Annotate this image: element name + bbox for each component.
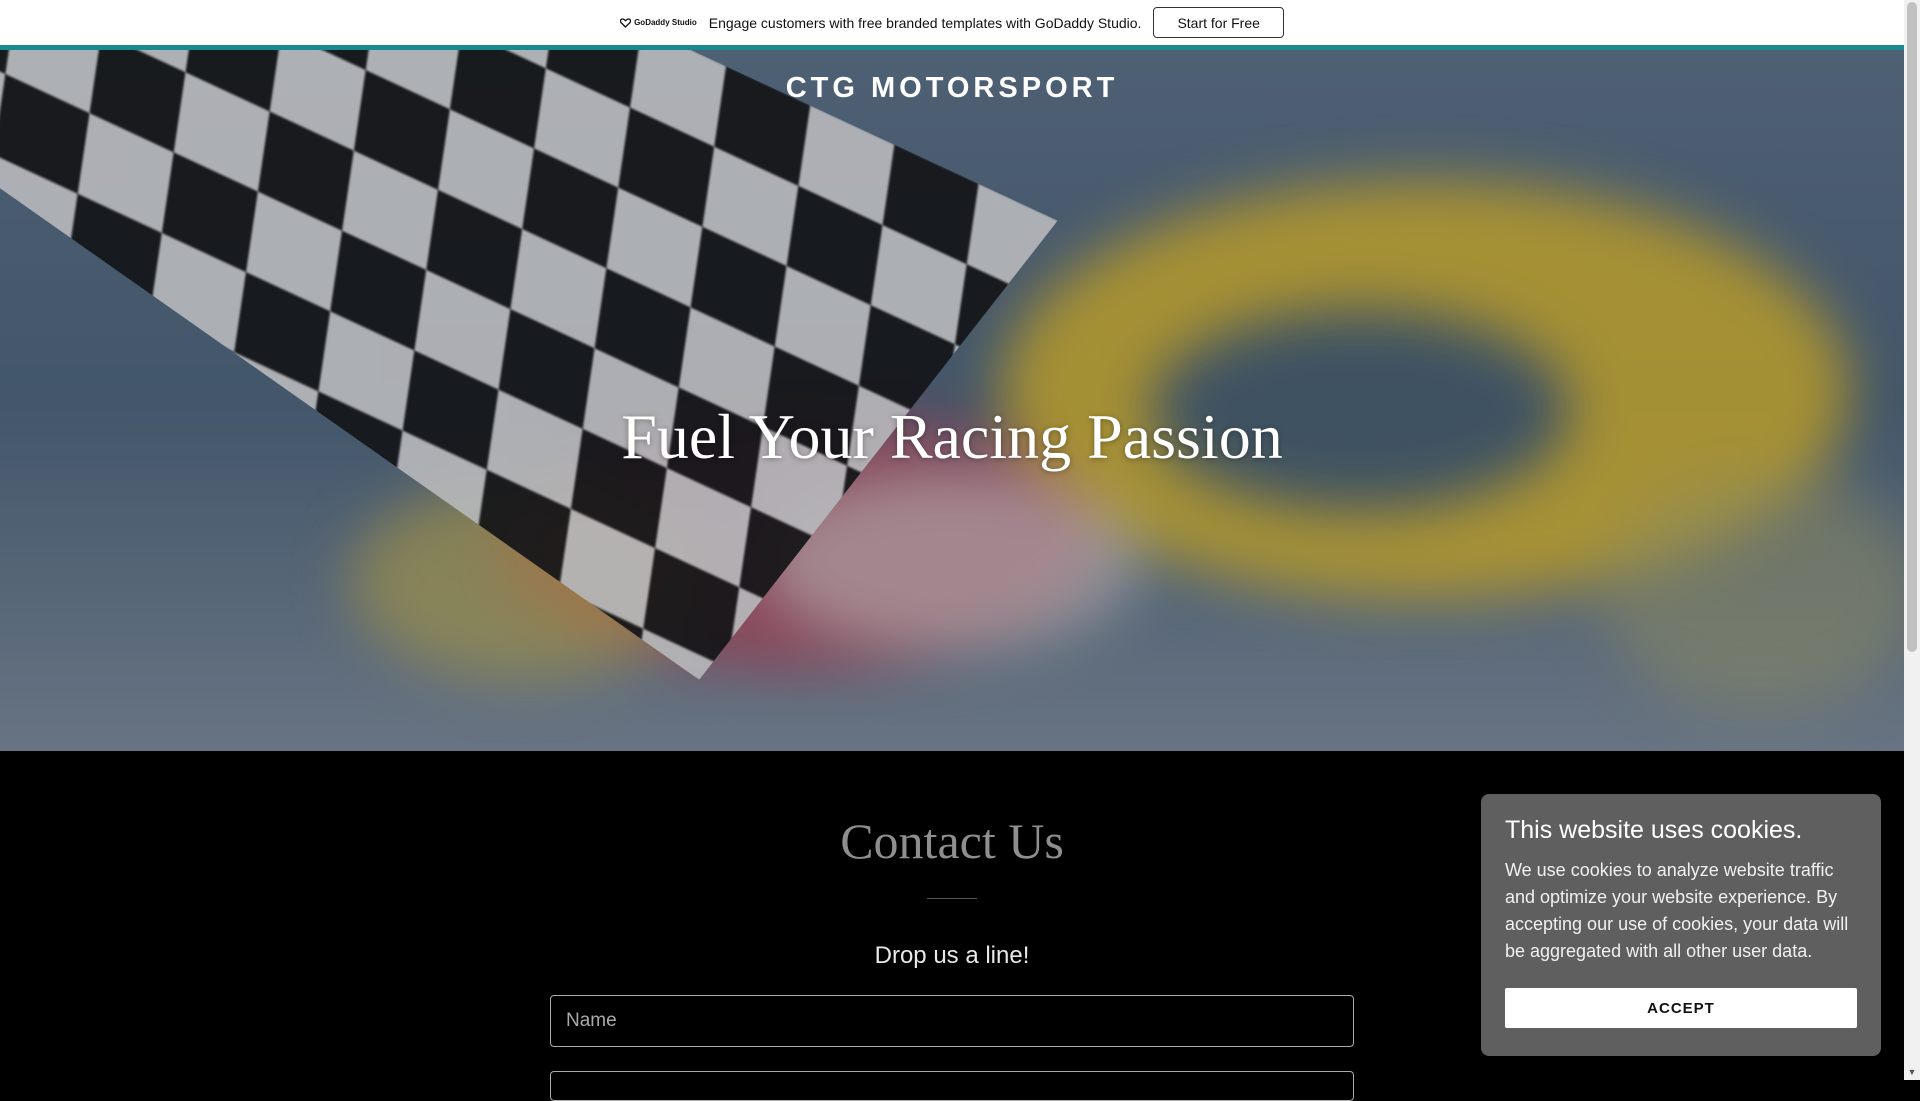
godaddy-heart-icon	[620, 17, 632, 28]
start-for-free-button[interactable]: Start for Free	[1153, 7, 1284, 38]
cookie-title: This website uses cookies.	[1505, 816, 1803, 844]
promo-bar: GoDaddy Studio Engage customers with fre…	[0, 0, 1904, 50]
scroll-down-arrow-icon[interactable]: ▼	[1904, 1064, 1920, 1080]
promo-message: Engage customers with free branded templ…	[708, 14, 1142, 31]
godaddy-studio-logo: GoDaddy Studio	[620, 17, 697, 28]
name-input[interactable]	[550, 995, 1354, 1047]
promo-logo-text: GoDaddy Studio	[634, 18, 697, 27]
page-scrollbar[interactable]: ▼	[1904, 0, 1920, 1080]
hero-heading: Fuel Your Racing Passion	[621, 401, 1283, 472]
cookie-body: We use cookies to analyze website traffi…	[1505, 860, 1849, 961]
accept-cookies-button[interactable]: ACCEPT	[1505, 988, 1857, 1028]
section-divider	[927, 898, 977, 899]
hero-section: CTG MOTORSPORT Fuel Your Racing Passion	[0, 50, 1904, 751]
scrollbar-thumb[interactable]	[1907, 2, 1917, 652]
email-input[interactable]	[550, 1071, 1354, 1101]
site-title[interactable]: CTG MOTORSPORT	[0, 72, 1904, 105]
cookie-banner: This website uses cookies. We use cookie…	[1481, 794, 1881, 1056]
